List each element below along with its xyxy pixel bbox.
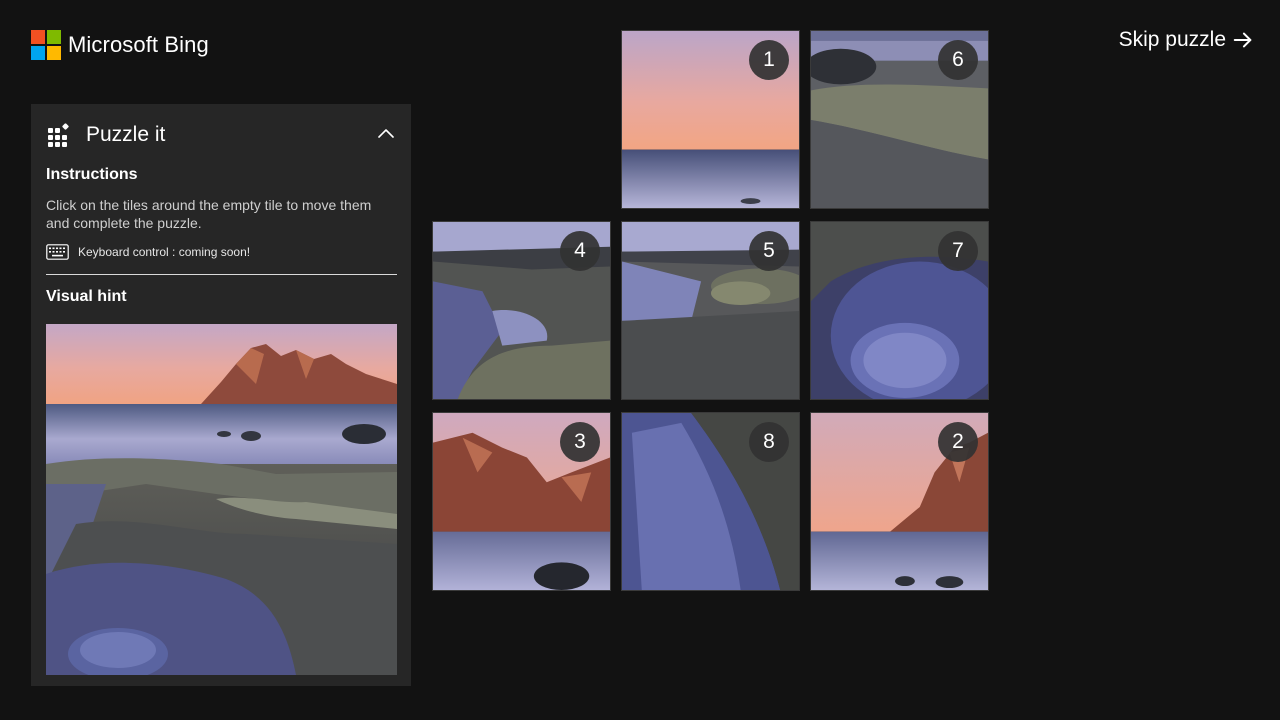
puzzle-tile[interactable]: 2 (810, 412, 989, 591)
tile-number-badge: 7 (938, 231, 978, 271)
puzzle-tile[interactable]: 5 (621, 221, 800, 400)
tile-number-badge: 1 (749, 40, 789, 80)
tile-number-badge: 3 (560, 422, 600, 462)
keyboard-note-row: Keyboard control : coming soon! (46, 244, 396, 260)
panel-header: Puzzle it (46, 104, 396, 166)
instructions-text: Click on the tiles around the empty tile… (46, 197, 372, 231)
skip-puzzle-button[interactable]: Skip puzzle (1119, 28, 1254, 52)
puzzle-tile[interactable]: 7 (810, 221, 989, 400)
brand-name: Microsoft Bing (68, 32, 209, 57)
divider (46, 274, 397, 275)
tile-number-badge: 6 (938, 40, 978, 80)
puzzle-tile[interactable]: 1 (621, 30, 800, 209)
panel-title: Puzzle it (86, 123, 166, 146)
visual-hint-heading: Visual hint (46, 288, 127, 305)
puzzle-tile[interactable]: 6 (810, 30, 989, 209)
keyboard-note: Keyboard control : coming soon! (78, 245, 251, 259)
puzzle-panel: Puzzle it Instructions Click on the tile… (31, 104, 411, 686)
chevron-up-icon[interactable] (376, 124, 396, 144)
puzzle-tile[interactable]: 8 (621, 412, 800, 591)
puzzle-board: 1 6 4 5 7 3 8 2 (432, 30, 990, 592)
tile-number-badge: 5 (749, 231, 789, 271)
arrow-right-icon (1233, 32, 1252, 48)
tile-number-badge: 2 (938, 422, 978, 462)
visual-hint-image (46, 324, 397, 675)
bing-logo[interactable]: Microsoft Bing (31, 30, 209, 60)
keyboard-icon (46, 244, 69, 260)
instructions-heading: Instructions (46, 166, 138, 183)
tile-number-badge: 4 (560, 231, 600, 271)
skip-puzzle-label: Skip puzzle (1118, 28, 1226, 51)
puzzle-tile[interactable]: 3 (432, 412, 611, 591)
microsoft-logo-icon (31, 30, 61, 60)
tile-number-badge: 8 (749, 422, 789, 462)
puzzle-grid-icon (48, 123, 69, 147)
puzzle-tile[interactable]: 4 (432, 221, 611, 400)
